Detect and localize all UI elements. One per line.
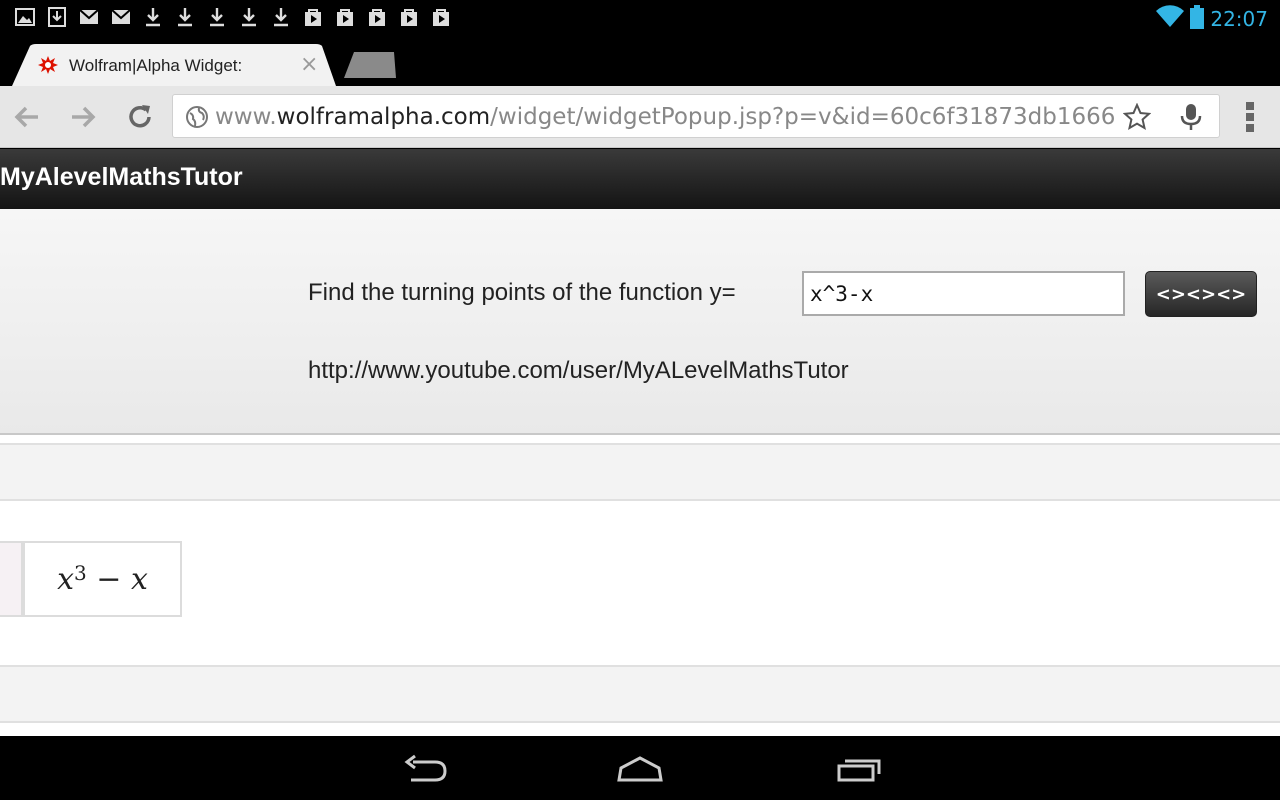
home-nav-button[interactable]: [610, 752, 670, 786]
function-prompt-label: Find the turning points of the function …: [308, 279, 736, 306]
reload-button[interactable]: [123, 100, 157, 134]
new-tab-button[interactable]: [340, 52, 400, 78]
download-icon: [142, 6, 164, 28]
tab-title: Wolfram|Alpha Widget:: [69, 56, 243, 75]
result-pod-header: [0, 443, 1280, 501]
battery-icon: [1190, 5, 1205, 33]
notification-icons: [14, 6, 452, 28]
wolfram-favicon-icon: [38, 55, 58, 75]
result-rest: − x: [86, 561, 148, 597]
result-expression: x3 − x: [23, 541, 182, 617]
url-host: wolframalpha.com: [276, 104, 491, 130]
result-pod: x3 − x: [0, 501, 1280, 667]
result-exponent: 3: [74, 561, 87, 585]
overflow-menu-button[interactable]: [1238, 100, 1262, 134]
back-nav-button[interactable]: [394, 752, 454, 786]
youtube-channel-link[interactable]: http://www.youtube.com/user/MyALevelMath…: [308, 357, 849, 385]
clock: 22:07: [1210, 7, 1268, 31]
home-nav-icon: [617, 756, 663, 782]
download-icon: [174, 6, 196, 28]
forward-arrow-icon: [72, 106, 96, 128]
status-bar: 22:07: [0, 0, 1280, 34]
submit-button[interactable]: <><><>: [1145, 271, 1257, 317]
back-nav-icon: [404, 754, 447, 782]
wifi-icon: [1156, 5, 1185, 33]
download-icon: [206, 6, 228, 28]
globe-icon: [185, 105, 209, 129]
tab-strip: Wolfram|Alpha Widget: ×: [0, 34, 1280, 86]
address-bar[interactable]: www.wolframalpha.com/widget/widgetPopup.…: [172, 94, 1220, 138]
play-store-icon: [430, 6, 452, 28]
forward-button[interactable]: [66, 100, 100, 134]
tab-close-icon[interactable]: ×: [300, 52, 318, 77]
widget-header: MyAlevelMathsTutor: [0, 149, 1280, 209]
web-page: MyAlevelMathsTutor Find the turning poin…: [0, 149, 1280, 736]
play-store-icon: [398, 6, 420, 28]
vertical-dots-icon: [1246, 102, 1254, 132]
download-icon: [270, 6, 292, 28]
url-path: /widget/widgetPopup.jsp?p=v&id=60c6f3187…: [490, 104, 1115, 130]
result-cell-label: [0, 541, 23, 617]
system-nav-bar: [0, 736, 1280, 800]
url-prefix: www.: [215, 104, 277, 130]
status-right: 22:07: [1156, 5, 1268, 33]
play-store-icon: [302, 6, 324, 28]
widget-form: Find the turning points of the function …: [0, 209, 1280, 435]
mail-icon: [78, 6, 100, 28]
result-base: x: [57, 561, 75, 597]
url-text[interactable]: www.wolframalpha.com/widget/widgetPopup.…: [215, 104, 1115, 130]
result-pod-footer: [0, 665, 1280, 723]
microphone-icon[interactable]: [1179, 103, 1203, 131]
back-button[interactable]: [10, 100, 44, 134]
widget-title: MyAlevelMathsTutor: [0, 163, 243, 191]
mail-icon: [110, 6, 132, 28]
play-store-icon: [366, 6, 388, 28]
reload-icon: [129, 105, 151, 128]
browser-toolbar: www.wolframalpha.com/widget/widgetPopup.…: [0, 86, 1280, 148]
play-store-icon: [334, 6, 356, 28]
recents-nav-icon: [837, 759, 881, 782]
bookmark-star-icon[interactable]: [1122, 102, 1152, 131]
image-icon: [14, 6, 36, 28]
tab-wolfram-alpha[interactable]: Wolfram|Alpha Widget: ×: [12, 44, 336, 86]
function-input[interactable]: [802, 271, 1125, 316]
download-icon: [238, 6, 260, 28]
download-icon: [46, 6, 68, 28]
recents-nav-button[interactable]: [826, 752, 886, 786]
back-arrow-icon: [14, 106, 38, 128]
